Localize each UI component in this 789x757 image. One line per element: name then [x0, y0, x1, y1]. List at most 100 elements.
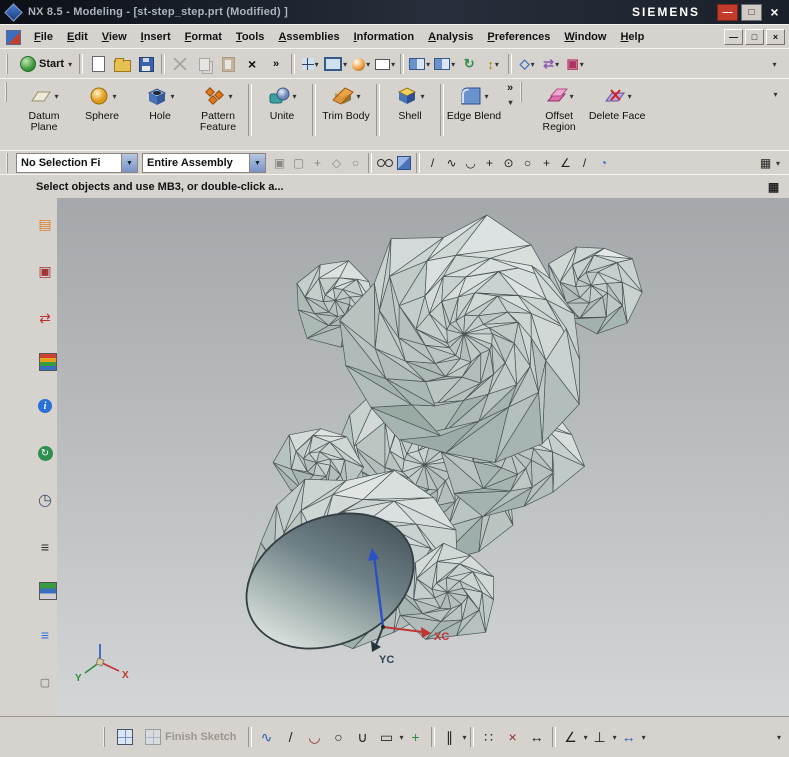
reuse-library-icon[interactable] — [39, 353, 57, 371]
chevron-down-icon[interactable]: ▾ — [495, 60, 499, 69]
chevron-down-icon[interactable]: ▾ — [420, 92, 424, 101]
pattern-curve-button[interactable]: ∷ — [477, 725, 501, 749]
snap-quarter-button[interactable]: ◔ — [594, 154, 613, 172]
chevron-down-icon[interactable]: ▾ — [463, 733, 467, 742]
toolbar-options-button[interactable]: ▾ — [762, 52, 786, 76]
menu-file[interactable]: File — [27, 28, 60, 46]
toolbar-grip[interactable] — [520, 82, 527, 102]
sphere-button[interactable]: ▾ Sphere — [73, 82, 131, 122]
hole-button[interactable]: ▾ Hole — [131, 82, 189, 122]
chevron-down-icon[interactable]: ▾ — [451, 60, 455, 69]
snap-quadrant-button[interactable]: + — [480, 154, 499, 172]
chevron-down-icon[interactable]: ▾ — [228, 92, 232, 101]
menu-tools[interactable]: Tools — [229, 28, 272, 46]
chevron-down-icon[interactable]: ▾ — [343, 60, 347, 69]
swap-view-button[interactable]: ⇄▾ — [539, 52, 563, 76]
child-close-button[interactable]: × — [766, 29, 785, 45]
quick-extend-button[interactable]: ↔ — [525, 725, 549, 749]
start-menu-button[interactable]: Start ▾ — [16, 54, 76, 74]
sketch-button[interactable] — [113, 725, 137, 749]
constraints-button[interactable]: ⊥ — [588, 725, 612, 749]
assembly-navigator-icon[interactable]: ▤ — [33, 212, 57, 236]
finish-sketch-button[interactable]: Finish Sketch — [145, 729, 237, 745]
chevron-down-icon[interactable]: ▾ — [555, 60, 559, 69]
paste-button[interactable] — [216, 52, 240, 76]
chevron-down-icon[interactable]: ▾ — [642, 733, 646, 742]
rendering-style-button[interactable]: ▾ — [349, 52, 373, 76]
snap-endpoint-button[interactable]: ▢ — [289, 154, 308, 172]
unite-button[interactable]: ▾ Unite — [253, 82, 311, 122]
fit-view-button[interactable]: ↕▾ — [481, 52, 505, 76]
refresh-button[interactable]: ↻ — [457, 52, 481, 76]
background-button[interactable]: ▾ — [373, 52, 397, 76]
menu-edit[interactable]: Edit — [60, 28, 95, 46]
chevron-down-icon[interactable]: ▾ — [391, 60, 395, 69]
toolbar-grip[interactable] — [103, 727, 110, 747]
open-button[interactable] — [110, 52, 134, 76]
menu-assemblies[interactable]: Assemblies — [271, 28, 346, 46]
menu-preferences[interactable]: Preferences — [480, 28, 557, 46]
cut-button[interactable] — [168, 52, 192, 76]
new-button[interactable] — [86, 52, 110, 76]
part-navigator-icon[interactable]: ⇄ — [33, 306, 57, 330]
chevron-down-icon[interactable]: ▾ — [426, 60, 430, 69]
view-layout-button[interactable]: ▾ — [298, 52, 322, 76]
chevron-down-icon[interactable]: ▾ — [628, 92, 632, 101]
hd3d-tools-icon[interactable]: i — [33, 394, 57, 418]
chevron-down-icon[interactable]: ▾ — [509, 98, 513, 107]
chevron-down-icon[interactable]: ▾ — [170, 92, 174, 101]
resource-bar-options-icon[interactable]: ▢ — [33, 670, 57, 694]
save-button[interactable] — [134, 52, 158, 76]
fillet-button[interactable]: ∪ — [351, 725, 375, 749]
rectangle-button[interactable]: ▭ — [375, 725, 399, 749]
minimize-button[interactable]: — — [717, 4, 738, 21]
menu-insert[interactable]: Insert — [134, 28, 178, 46]
pattern-feature-button[interactable]: ▾ Pattern Feature — [189, 82, 247, 133]
child-restore-button[interactable]: □ — [745, 29, 764, 45]
profile-button[interactable]: ∿ — [255, 725, 279, 749]
snapshot-button[interactable]: ▣▾ — [563, 52, 587, 76]
menu-information[interactable]: Information — [347, 28, 422, 46]
toolbar-options-button[interactable]: ▾ — [777, 733, 781, 742]
snap-arc-button[interactable]: ◡ — [461, 154, 480, 172]
snap-intersection-button[interactable]: ○ — [346, 154, 365, 172]
toolbar-grip[interactable] — [6, 54, 13, 74]
chevron-down-icon[interactable]: ▾ — [366, 60, 370, 69]
grid-display-button[interactable]: ▦ — [756, 154, 775, 172]
circle-button[interactable]: ○ — [327, 725, 351, 749]
toolbar-options-button[interactable]: ▾ — [763, 82, 787, 106]
selection-filter-combo[interactable]: No Selection Fi ▼ — [16, 153, 138, 173]
toolbar-grip[interactable] — [5, 82, 12, 102]
chamfer-button[interactable]: ∠ — [559, 725, 583, 749]
quick-trim-button[interactable]: × — [501, 725, 525, 749]
process-studio-icon[interactable]: ≡ — [33, 535, 57, 559]
menu-help[interactable]: Help — [613, 28, 651, 46]
window-split-button[interactable]: ▾ — [407, 52, 432, 76]
chevron-down-icon[interactable]: ▾ — [292, 92, 296, 101]
chevron-down-icon[interactable]: ▾ — [112, 92, 116, 101]
feature-overflow-icon[interactable]: » — [507, 82, 513, 94]
work-section-button[interactable] — [394, 154, 413, 172]
point-button[interactable]: + — [404, 725, 428, 749]
snap-slash-button[interactable]: / — [575, 154, 594, 172]
menu-window[interactable]: Window — [557, 28, 613, 46]
delete-button[interactable]: × — [240, 52, 264, 76]
snap-angle-button[interactable]: ∠ — [556, 154, 575, 172]
roles-icon[interactable] — [39, 582, 57, 600]
history-icon[interactable]: ◷ — [33, 488, 57, 512]
child-minimize-button[interactable]: — — [724, 29, 743, 45]
toolbar-overflow-button[interactable]: » — [264, 52, 288, 76]
edge-blend-button[interactable]: ▾ Edge Blend — [445, 82, 503, 122]
constraint-navigator-icon[interactable]: ▣ — [33, 259, 57, 283]
arc-button[interactable]: ◡ — [303, 725, 327, 749]
display-mode-button[interactable]: ▾ — [322, 52, 349, 76]
chevron-down-icon[interactable]: ▾ — [356, 92, 360, 101]
snap-circle-button[interactable]: ○ — [518, 154, 537, 172]
model-canvas[interactable]: XC YC X Y — [57, 198, 789, 717]
datum-plane-button[interactable]: ▾ Datum Plane — [15, 82, 73, 133]
selection-scope-combo[interactable]: Entire Assembly ▼ — [142, 153, 266, 173]
offset-region-button[interactable]: ▾ Offset Region — [530, 82, 588, 133]
snap-point-button[interactable]: ▣ — [270, 154, 289, 172]
system-scenes-icon[interactable]: ≡ — [33, 623, 57, 647]
line-button[interactable]: / — [279, 725, 303, 749]
